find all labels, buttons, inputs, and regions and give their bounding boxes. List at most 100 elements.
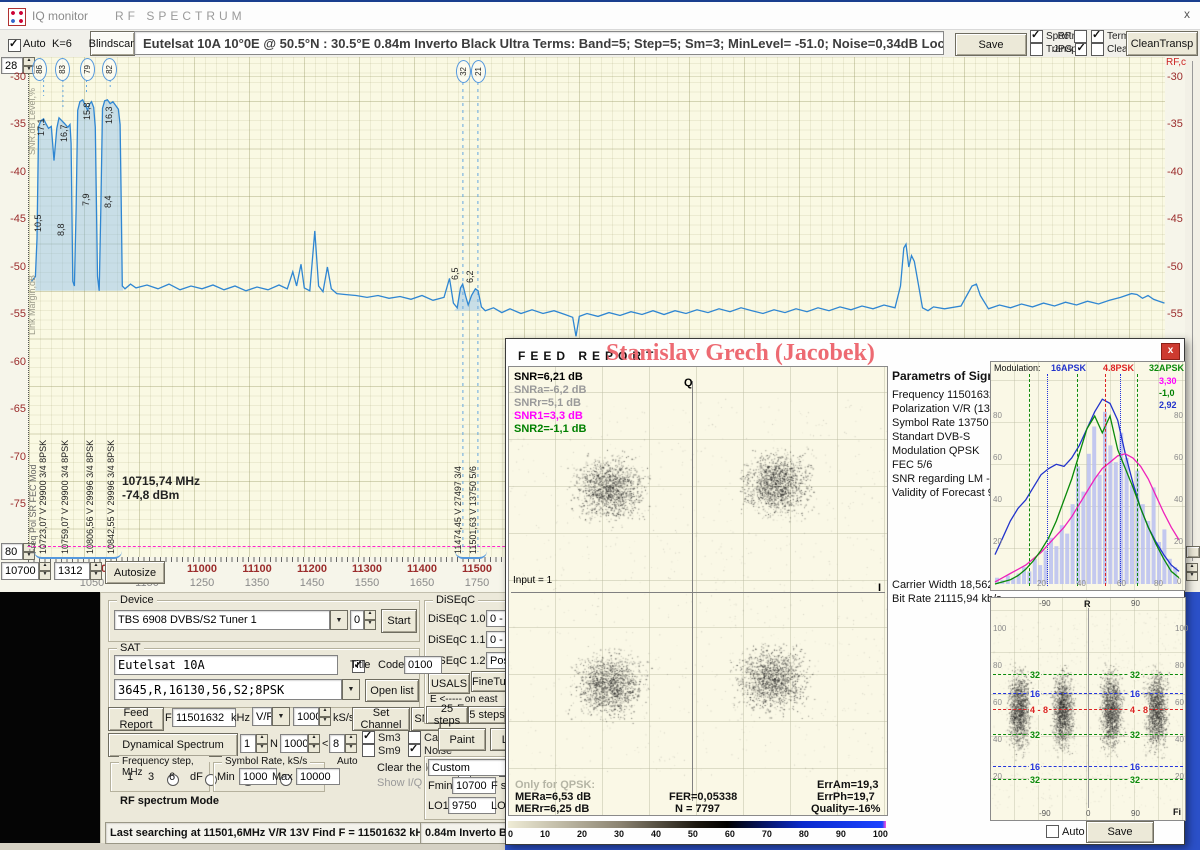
mod-xtick: 40 bbox=[1077, 579, 1086, 588]
snr-value: SNR=6,21 dB bbox=[514, 371, 583, 383]
open-list-button[interactable]: Open list bbox=[365, 679, 419, 702]
mod-xtick: 80 bbox=[1154, 579, 1163, 588]
parameters-heading: Parametrs of Signal : bbox=[892, 369, 988, 383]
mod-value: 3,30 bbox=[1159, 376, 1177, 386]
cleantransp-button[interactable]: CleanTransp bbox=[1126, 31, 1198, 56]
satellite-name-field[interactable]: Eutelsat 10A bbox=[114, 655, 338, 675]
fmin-spinner[interactable]: 10700▲▼ bbox=[1, 562, 51, 580]
marked-group-bracket bbox=[455, 551, 487, 559]
marked-peak-oval: 32 bbox=[456, 60, 471, 83]
feed-close-icon[interactable]: x bbox=[1161, 343, 1180, 360]
scale-tick: 20 bbox=[577, 829, 587, 839]
feed-auto-label: Auto bbox=[1062, 826, 1085, 838]
window-bottom-edge bbox=[0, 843, 505, 850]
span-spinner[interactable]: 1312▲▼ bbox=[54, 562, 102, 580]
device-index-spinner[interactable]: 0▲▼ bbox=[350, 610, 376, 630]
m16apsk-label: 16APSK bbox=[1051, 363, 1086, 373]
phase-threshold-line: 1616 bbox=[993, 766, 1183, 767]
phase-ytick: 40 bbox=[993, 735, 1002, 744]
n-spinner[interactable]: 1000▲▼ bbox=[280, 734, 320, 753]
symbolrate-spinner[interactable]: 1000▲▼ bbox=[293, 707, 331, 726]
set-channel-button[interactable]: Set Channel bbox=[352, 707, 410, 731]
phase-bottom-tick: 0 bbox=[1086, 809, 1090, 818]
phase-threshold-line: 4 - 84 - 8 bbox=[993, 709, 1183, 710]
device-combo[interactable]: TBS 6908 DVBS/S2 Tuner 1▼ bbox=[114, 610, 348, 630]
noise-checkbox[interactable] bbox=[408, 744, 421, 757]
jpg-label: JPG bbox=[1053, 44, 1072, 55]
transponder-entry: 10806,56 V 29996 3/4 8PSK bbox=[85, 436, 95, 554]
max-symbolrate-field[interactable]: 10000 bbox=[296, 768, 340, 785]
transp-checkbox[interactable] bbox=[1030, 43, 1043, 56]
save-spectrum-button[interactable]: Save bbox=[955, 33, 1027, 56]
chevron-down-icon: ▼ bbox=[330, 610, 348, 630]
terms-checkbox[interactable] bbox=[1091, 30, 1104, 43]
sm3-checkbox[interactable] bbox=[362, 731, 375, 744]
x-axis-label: 11300 bbox=[345, 563, 389, 575]
fmin-field[interactable]: 10700 bbox=[452, 777, 496, 794]
app-title: IQ monitor bbox=[32, 9, 88, 23]
scale-tick: 0 bbox=[508, 829, 513, 839]
jpg-checkbox[interactable] bbox=[1075, 43, 1087, 56]
phase-threshold-line: 3232 bbox=[993, 779, 1183, 780]
signal-parameters: Parametrs of Signal : Frequency 11501632… bbox=[892, 369, 988, 607]
auto-checkbox[interactable] bbox=[8, 39, 21, 52]
lo1-field[interactable]: 9750 bbox=[448, 797, 496, 814]
transponder-entry: 10842,55 V 29996 3/4 8PSK bbox=[106, 436, 116, 554]
mod-value: -1,0 bbox=[1159, 388, 1175, 398]
y-axis-label-right: -50 bbox=[1167, 261, 1183, 273]
satellite-info-field: Eutelsat 10A 10°0E @ 50.5°N : 30.5°E 0.8… bbox=[134, 31, 944, 55]
rf-label: RF bbox=[1058, 31, 1071, 42]
usals-button[interactable]: USALS bbox=[428, 673, 470, 694]
param-fec: FEC 5/6 bbox=[892, 459, 988, 471]
snr2-value: SNR2=-1,1 dB bbox=[514, 423, 586, 435]
paint-button[interactable]: Paint bbox=[438, 728, 486, 751]
dynamical-spectrum-button[interactable]: Dynamical Spectrum bbox=[108, 733, 238, 757]
input-label: Input = 1 bbox=[513, 575, 552, 586]
feed-auto-checkbox[interactable] bbox=[1046, 825, 1059, 838]
autosize-button[interactable]: Autosize bbox=[105, 561, 165, 584]
polarization-combo[interactable]: V/R▼ bbox=[252, 707, 290, 726]
steps5-button[interactable]: 5 steps bbox=[468, 706, 506, 724]
feed-save-button[interactable]: Save bbox=[1086, 821, 1154, 843]
custom-field[interactable]: Custom bbox=[428, 759, 506, 776]
window-close-icon[interactable]: x bbox=[1180, 7, 1194, 21]
blindscan-button[interactable]: Blindscan bbox=[90, 31, 135, 56]
phase-top-tick: 90 bbox=[1131, 599, 1140, 608]
mod-ytick-right: 60 bbox=[1174, 453, 1183, 462]
transponder-group-bracket bbox=[34, 551, 122, 559]
mod-ytick: 40 bbox=[993, 495, 1002, 504]
khz-label: kHz bbox=[231, 712, 250, 724]
avg-spinner[interactable]: 8▲▼ bbox=[329, 734, 357, 753]
dyn-count-spinner[interactable]: 1▲▼ bbox=[240, 734, 268, 753]
clean-checkbox[interactable] bbox=[1091, 43, 1104, 56]
steps25-button[interactable]: 25 steps bbox=[426, 706, 468, 724]
mod-ytick: 20 bbox=[993, 537, 1002, 546]
scale-tick: 10 bbox=[540, 829, 550, 839]
tooltip-frequency: 10715,74 MHz bbox=[122, 474, 200, 488]
only-qpsk-label: Only for QPSK: bbox=[515, 779, 595, 791]
k-label: K=6 bbox=[52, 38, 72, 50]
marked-snr-value: 6,5 bbox=[450, 250, 460, 280]
red-threshold-line bbox=[1105, 374, 1106, 586]
n-value: N = 7797 bbox=[675, 803, 720, 815]
param-frequency: Frequency 11501632 kHz bbox=[892, 389, 988, 401]
app-icon bbox=[8, 8, 26, 26]
spectr-checkbox[interactable] bbox=[1030, 30, 1043, 43]
titlebar: IQ monitor RF SPECTRUM x bbox=[0, 0, 1200, 30]
sm9-checkbox[interactable] bbox=[362, 744, 375, 757]
y-axis-label: -75 bbox=[2, 498, 26, 510]
transponder-combo[interactable]: 3645,R,16130,56,S2;8PSK▼ bbox=[114, 679, 360, 700]
frequency-field[interactable]: 11501632 bbox=[172, 708, 236, 727]
snra-value: SNRa=-6,2 dB bbox=[514, 384, 586, 396]
fer-value: FER=0,05338 bbox=[669, 791, 737, 803]
feed-report-button[interactable]: Feed Report bbox=[108, 707, 164, 731]
y-axis-label: -45 bbox=[2, 213, 26, 225]
mode-title: RF SPECTRUM bbox=[115, 9, 246, 23]
phase-ytick-right: 60 bbox=[1175, 698, 1184, 707]
code-field[interactable]: 0100 bbox=[404, 656, 442, 674]
diseqc10-label: DiSEqC 1.0 bbox=[428, 613, 485, 625]
scrollbar-thumb[interactable] bbox=[1186, 546, 1200, 558]
start-button[interactable]: Start bbox=[381, 609, 417, 633]
lt-label: < bbox=[322, 738, 328, 750]
right-scrollbar[interactable] bbox=[1185, 57, 1200, 592]
